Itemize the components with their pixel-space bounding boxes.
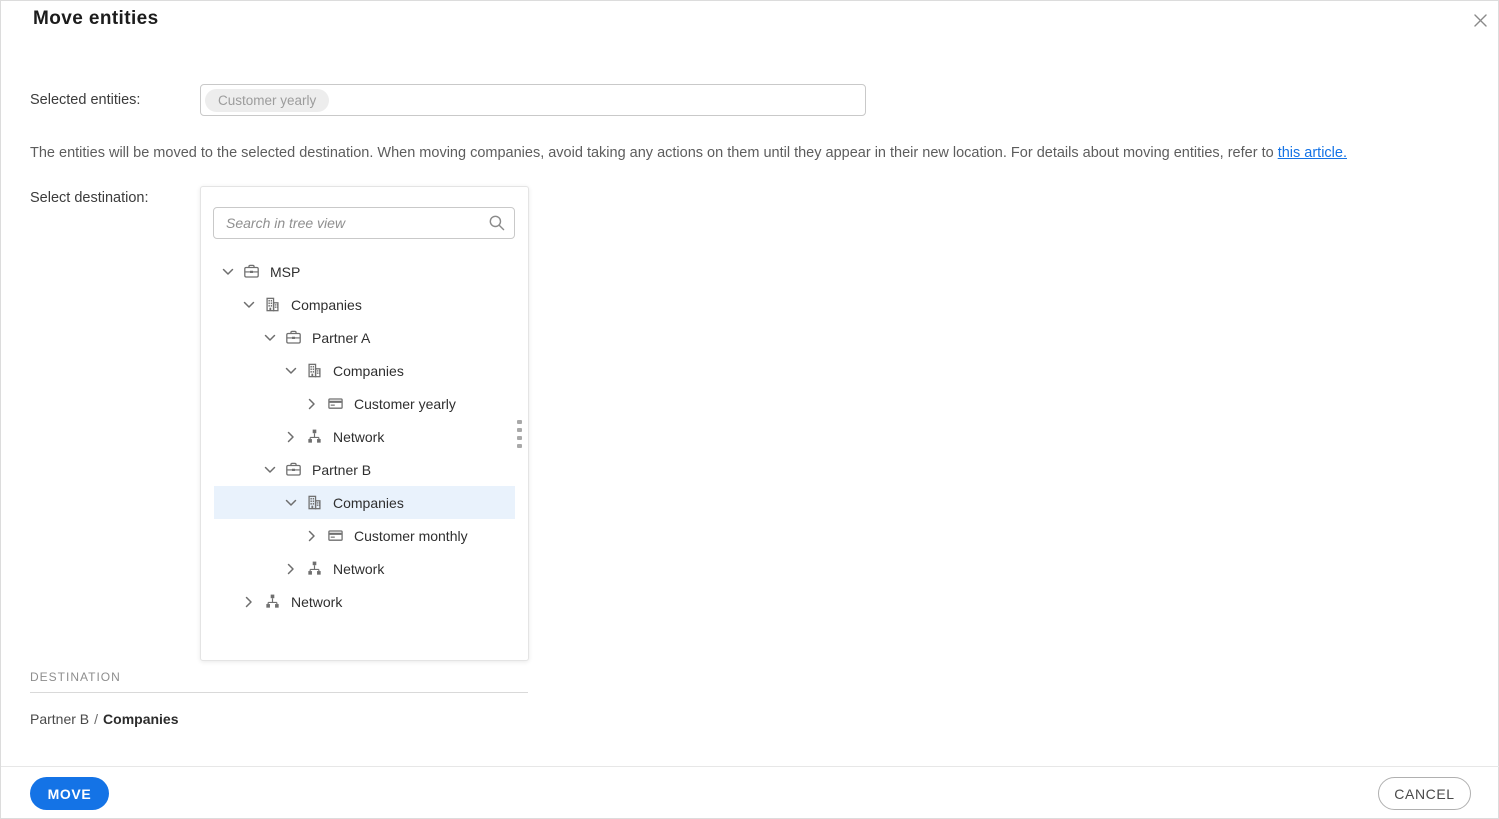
partner-icon xyxy=(285,461,302,478)
tree-item-label: Partner B xyxy=(312,461,372,478)
chevron-right-icon[interactable] xyxy=(283,561,299,577)
tree-item[interactable]: Companies xyxy=(214,354,515,387)
companies-icon xyxy=(264,296,281,313)
companies-icon xyxy=(306,362,323,379)
description-text: The entities will be moved to the select… xyxy=(30,145,1347,161)
tree-item-label: Customer monthly xyxy=(354,527,468,544)
chevron-down-icon[interactable] xyxy=(262,462,278,478)
chevron-right-icon[interactable] xyxy=(304,396,320,412)
destination-tree-panel: MSP Companies Partner A Companies Cu xyxy=(200,186,529,661)
chevron-right-icon[interactable] xyxy=(304,528,320,544)
tree-item-label: Network xyxy=(333,560,385,577)
page-title: Move entities xyxy=(33,8,159,29)
move-button[interactable]: MOVE xyxy=(30,777,109,810)
breadcrumb-current: Companies xyxy=(103,711,179,727)
breadcrumb: Partner B / Companies xyxy=(30,711,179,727)
chevron-down-icon[interactable] xyxy=(283,495,299,511)
chevron-right-icon[interactable] xyxy=(283,429,299,445)
tree-item-label: Companies xyxy=(291,296,362,313)
chevron-down-icon[interactable] xyxy=(220,264,236,280)
select-destination-label: Select destination: xyxy=(30,190,149,206)
tree-item[interactable]: Partner A xyxy=(214,321,515,354)
breadcrumb-parent: Partner B xyxy=(30,711,90,727)
footer-divider xyxy=(1,766,1499,767)
network-icon xyxy=(264,593,281,610)
selected-entities-input[interactable]: Customer yearly xyxy=(200,84,866,116)
tree-view: MSP Companies Partner A Companies Custom… xyxy=(214,255,515,618)
tree-item[interactable]: Partner B xyxy=(214,453,515,486)
tree-item-label: Customer yearly xyxy=(354,395,456,412)
destination-divider xyxy=(30,692,528,693)
customer-icon xyxy=(327,527,344,544)
tree-item[interactable]: Customer yearly xyxy=(214,387,515,420)
chevron-down-icon[interactable] xyxy=(262,330,278,346)
entity-chip: Customer yearly xyxy=(205,88,330,112)
companies-icon xyxy=(306,494,323,511)
tree-item-label: Companies xyxy=(333,362,404,379)
tree-item[interactable]: Network xyxy=(214,585,515,618)
scrollbar-thumb-dots[interactable] xyxy=(517,420,522,448)
tree-item[interactable]: Companies xyxy=(214,486,515,519)
tree-item-label: Partner A xyxy=(312,329,371,346)
tree-search-wrap xyxy=(213,207,515,239)
breadcrumb-separator: / xyxy=(94,711,99,727)
selected-entities-label: Selected entities: xyxy=(30,92,141,108)
tree-item[interactable]: Customer monthly xyxy=(214,519,515,552)
chevron-down-icon[interactable] xyxy=(241,297,257,313)
network-icon xyxy=(306,428,323,445)
description-body: The entities will be moved to the select… xyxy=(30,145,1278,161)
search-input[interactable] xyxy=(213,207,515,239)
destination-heading: DESTINATION xyxy=(30,670,121,684)
tree-item-label: Network xyxy=(291,593,343,610)
tree-item[interactable]: Network xyxy=(214,552,515,585)
tree-item-label: Network xyxy=(333,428,385,445)
partner-icon xyxy=(243,263,260,280)
network-icon xyxy=(306,560,323,577)
tree-item-label: MSP xyxy=(270,263,301,280)
tree-item-label: Companies xyxy=(333,494,404,511)
chevron-right-icon[interactable] xyxy=(241,594,257,610)
cancel-button[interactable]: CANCEL xyxy=(1378,777,1471,810)
tree-item[interactable]: Network xyxy=(214,420,515,453)
customer-icon xyxy=(327,395,344,412)
this-article-link[interactable]: this article. xyxy=(1278,145,1347,161)
partner-icon xyxy=(285,329,302,346)
tree-item[interactable]: MSP xyxy=(214,255,515,288)
tree-item[interactable]: Companies xyxy=(214,288,515,321)
close-icon[interactable] xyxy=(1469,9,1491,31)
chevron-down-icon[interactable] xyxy=(283,363,299,379)
